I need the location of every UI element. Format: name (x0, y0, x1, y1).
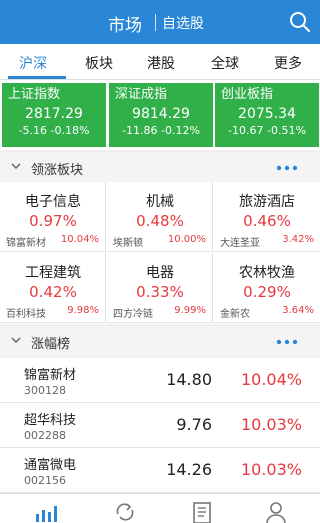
tab-sectors[interactable]: 板块 (85, 53, 113, 73)
leading-stock: 金新农 (220, 309, 250, 320)
news-doc-icon[interactable] (190, 500, 214, 523)
stock-name: 超华科技 (24, 413, 77, 428)
sector-name: 工程建筑 (25, 265, 81, 281)
header-divider (155, 14, 156, 31)
stock-price: 14.26 (166, 460, 212, 479)
sector-grid: 电子信息 0.97% 锦富新材 10.04% 机械 0.48% 埃斯顿 10.0… (0, 182, 320, 324)
more-dots-icon[interactable] (276, 339, 298, 345)
stock-row[interactable]: 通富微电 002156 14.26 10.03% (0, 448, 320, 493)
stock-name: 通富微电 (24, 458, 77, 473)
stock-name: 锦富新材 (24, 368, 77, 383)
leading-stock-pct: 9.99% (174, 305, 206, 316)
section-label: 涨幅榜 (31, 337, 71, 352)
leading-stock-pct: 10.00% (167, 234, 206, 245)
section-header-top-gainers[interactable]: 涨幅榜 (0, 326, 320, 356)
stock-code: 300128 (24, 384, 66, 397)
sector-cell[interactable]: 电器 0.33% 四方冷链 9.99% (107, 253, 213, 323)
sector-cell[interactable]: 农林牧渔 0.29% 金新农 3.64% (214, 253, 320, 323)
header-title-market[interactable]: 市场 (108, 11, 142, 36)
index-name: 深证成指 (115, 87, 168, 102)
index-change: -5.16 -0.18% (18, 124, 90, 137)
index-price: 9814.29 (132, 106, 190, 122)
stock-price: 14.80 (166, 370, 212, 389)
sector-pct: 0.46% (243, 212, 291, 230)
sector-pct: 0.42% (29, 283, 77, 301)
chevron-down-icon (11, 337, 21, 344)
sector-pct: 0.33% (136, 283, 184, 301)
section-label: 领涨板块 (31, 163, 84, 178)
chevron-down-icon (11, 163, 21, 170)
index-card[interactable]: 深证成指 9814.29 -11.86 -0.12% (109, 83, 213, 147)
index-card[interactable]: 上证指数 2817.29 -5.16 -0.18% (2, 83, 106, 147)
tab-shanghai-shenzhen[interactable]: 沪深 (19, 53, 47, 73)
stock-pct: 10.03% (240, 460, 302, 479)
sector-name: 电子信息 (25, 194, 81, 210)
index-name: 上证指数 (8, 87, 61, 102)
index-name: 创业板指 (221, 87, 274, 102)
stock-row[interactable]: 超华科技 002288 9.76 10.03% (0, 403, 320, 448)
leading-stock: 大连圣亚 (220, 238, 260, 249)
sector-pct: 0.48% (136, 212, 184, 230)
top-gainers-list: 锦富新材 300128 14.80 10.04% 超华科技 002288 9.7… (0, 358, 320, 493)
sector-cell[interactable]: 机械 0.48% 埃斯顿 10.00% (107, 182, 213, 252)
index-card[interactable]: 创业板指 2075.34 -10.67 -0.51% (215, 83, 319, 147)
leading-stock: 埃斯顿 (113, 238, 143, 249)
market-chart-icon[interactable] (34, 500, 58, 523)
sector-cell[interactable]: 旅游酒店 0.46% 大连圣亚 3.42% (214, 182, 320, 252)
sector-pct: 0.29% (243, 283, 291, 301)
index-change: -11.86 -0.12% (122, 124, 200, 137)
index-change: -10.67 -0.51% (228, 124, 306, 137)
leading-stock-pct: 9.98% (67, 305, 99, 316)
stock-code: 002156 (24, 474, 66, 487)
search-icon[interactable] (288, 10, 312, 34)
sector-name: 农林牧渔 (239, 265, 295, 281)
stock-row[interactable]: 锦富新材 300128 14.80 10.04% (0, 358, 320, 403)
section-header-leading-sectors[interactable]: 领涨板块 (0, 152, 320, 182)
stock-code: 002288 (24, 429, 66, 442)
bottom-nav (0, 493, 320, 523)
leading-stock: 百利科技 (6, 309, 46, 320)
leading-stock: 四方冷链 (113, 309, 153, 320)
tab-hk-stocks[interactable]: 港股 (147, 53, 175, 73)
index-cards: 上证指数 2817.29 -5.16 -0.18% 深证成指 9814.29 -… (0, 80, 320, 150)
refresh-link-icon[interactable] (113, 500, 137, 523)
index-price: 2817.29 (25, 106, 83, 122)
sector-pct: 0.97% (29, 212, 77, 230)
leading-stock-pct: 3.42% (282, 234, 314, 245)
sector-name: 机械 (146, 194, 174, 210)
leading-stock: 锦富新材 (6, 238, 46, 249)
app-header: 市场 自选股 (0, 0, 320, 44)
stock-pct: 10.03% (240, 415, 302, 434)
tab-global[interactable]: 全球 (211, 53, 239, 73)
header-title-watchlist[interactable]: 自选股 (162, 13, 204, 33)
sector-cell[interactable]: 电子信息 0.97% 锦富新材 10.04% (0, 182, 106, 252)
sector-name: 电器 (146, 265, 174, 281)
market-tabs: 沪深 板块 港股 全球 更多 (0, 44, 320, 80)
active-tab-indicator (8, 76, 66, 79)
more-dots-icon[interactable] (276, 165, 298, 171)
stock-price: 9.76 (176, 415, 212, 434)
leading-stock-pct: 3.64% (282, 305, 314, 316)
sector-name: 旅游酒店 (239, 194, 295, 210)
stock-pct: 10.04% (240, 370, 302, 389)
index-price: 2075.34 (238, 106, 296, 122)
tab-more[interactable]: 更多 (274, 53, 302, 73)
leading-stock-pct: 10.04% (60, 234, 99, 245)
sector-cell[interactable]: 工程建筑 0.42% 百利科技 9.98% (0, 253, 106, 323)
user-icon[interactable] (264, 500, 288, 523)
